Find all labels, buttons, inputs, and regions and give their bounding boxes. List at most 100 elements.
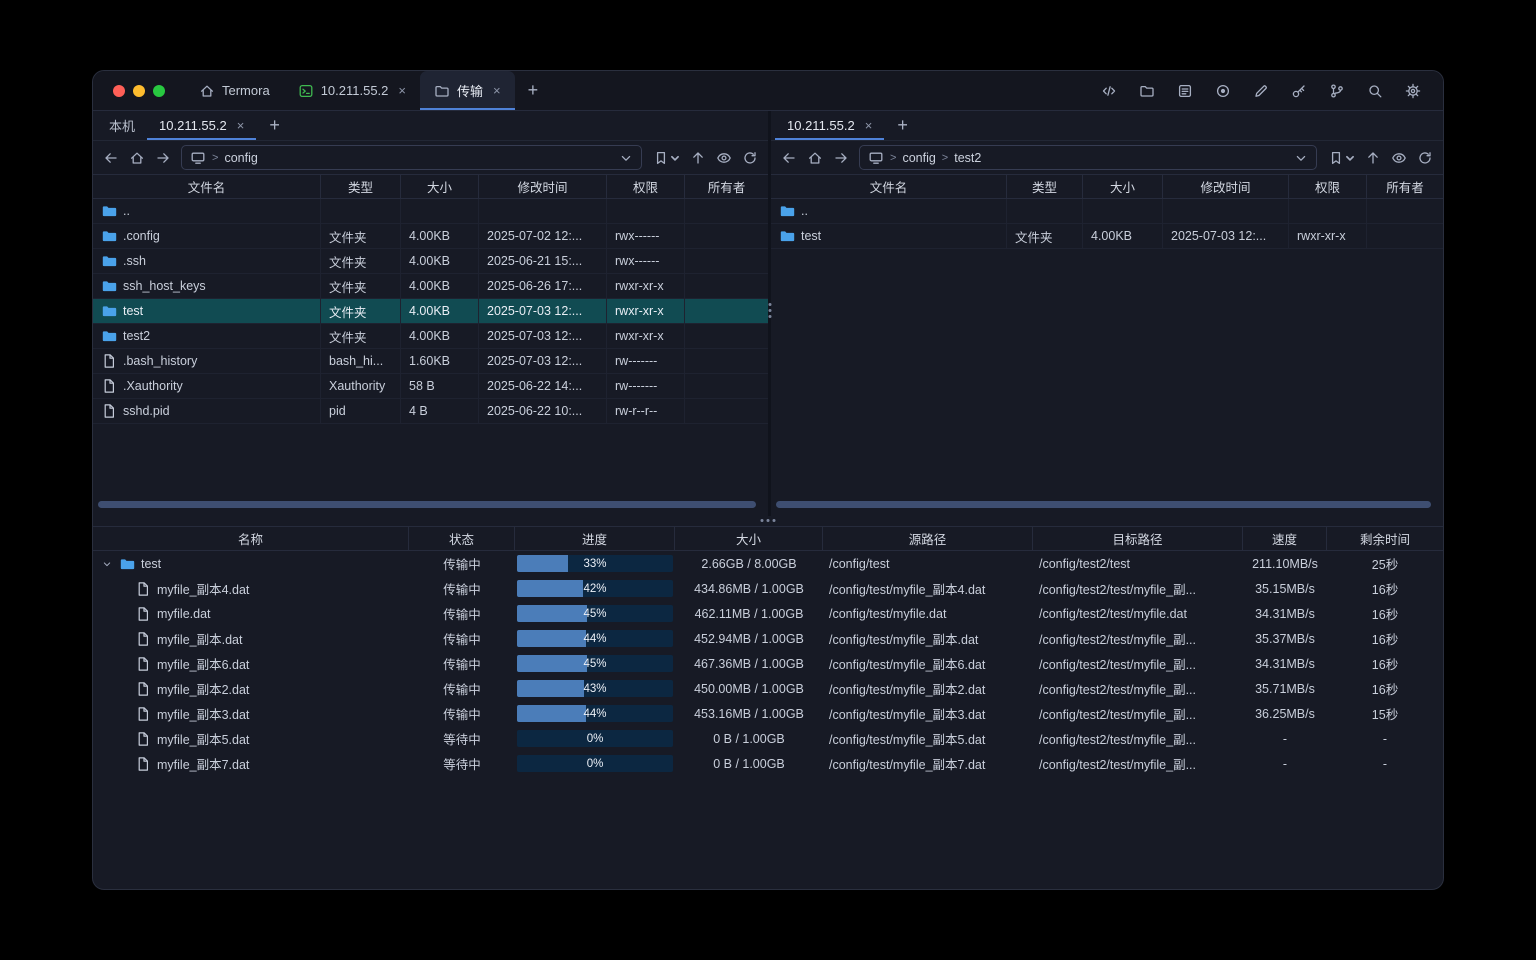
code-icon[interactable] <box>1097 79 1121 103</box>
collapse-chevron-icon[interactable] <box>101 558 113 570</box>
file-type: 文件夹 <box>321 299 401 324</box>
tab-remote-host[interactable]: 10.211.55.2 × <box>147 111 256 140</box>
transfer-eta: 15秒 <box>1327 704 1443 723</box>
file-column-header[interactable]: 大小 <box>401 175 479 198</box>
close-icon[interactable]: × <box>493 83 501 98</box>
breadcrumb-segment[interactable]: test2 <box>954 151 981 165</box>
transfer-column-header[interactable]: 速度 <box>1243 527 1327 550</box>
transfer-row[interactable]: myfile_副本5.dat等待中0%0 B / 1.00GB/config/t… <box>93 726 1443 751</box>
file-column-header[interactable]: 所有者 <box>1367 175 1443 198</box>
transfer-column-header[interactable]: 源路径 <box>823 527 1033 550</box>
file-row[interactable]: .config文件夹4.00KB2025-07-02 12:...rwx----… <box>93 224 768 249</box>
file-column-header[interactable]: 类型 <box>1007 175 1083 198</box>
search-icon[interactable] <box>1363 79 1387 103</box>
file-column-header[interactable]: 文件名 <box>93 175 321 198</box>
file-column-header[interactable]: 文件名 <box>771 175 1007 198</box>
forward-button[interactable] <box>829 146 853 170</box>
bookmark-button[interactable] <box>1323 146 1359 170</box>
close-icon[interactable]: × <box>237 118 245 133</box>
transfer-column-header[interactable]: 大小 <box>675 527 823 550</box>
breadcrumb: >config <box>212 151 608 165</box>
file-row[interactable]: ssh_host_keys文件夹4.00KB2025-06-26 17:...r… <box>93 274 768 299</box>
file-row[interactable]: test文件夹4.00KB2025-07-03 12:...rwxr-xr-x <box>771 224 1443 249</box>
back-button[interactable] <box>99 146 123 170</box>
settings-icon[interactable] <box>1401 79 1425 103</box>
transfer-column-header[interactable]: 名称 <box>93 527 409 550</box>
refresh-button[interactable] <box>1413 146 1437 170</box>
file-column-header[interactable]: 修改时间 <box>1163 175 1289 198</box>
splitter-grip-icon[interactable] <box>761 519 776 522</box>
transfer-row[interactable]: myfile_副本4.dat传输中42%434.86MB / 1.00GB/co… <box>93 576 1443 601</box>
transfer-column-header[interactable]: 状态 <box>409 527 515 550</box>
breadcrumb-segment[interactable]: config <box>902 151 935 165</box>
file-row[interactable]: .ssh文件夹4.00KB2025-06-21 15:...rwx------ <box>93 249 768 274</box>
transfer-row[interactable]: myfile_副本3.dat传输中44%453.16MB / 1.00GB/co… <box>93 701 1443 726</box>
transfer-row[interactable]: myfile_副本2.dat传输中43%450.00MB / 1.00GB/co… <box>93 676 1443 701</box>
add-panel-tab-button[interactable]: + <box>256 111 293 140</box>
transfer-column-header[interactable]: 目标路径 <box>1033 527 1243 550</box>
file-row[interactable]: test文件夹4.00KB2025-07-03 12:...rwxr-xr-x <box>93 299 768 324</box>
zoom-window-button[interactable] <box>153 85 165 97</box>
forward-button[interactable] <box>151 146 175 170</box>
tab-termora[interactable]: Termora <box>185 71 284 110</box>
horizontal-scrollbar[interactable] <box>776 501 1431 508</box>
file-row[interactable]: test2文件夹4.00KB2025-07-03 12:...rwxr-xr-x <box>93 324 768 349</box>
progress-bar: 43% <box>517 680 673 697</box>
log-icon[interactable] <box>1173 79 1197 103</box>
add-panel-tab-button[interactable]: + <box>884 111 921 140</box>
file-column-header[interactable]: 类型 <box>321 175 401 198</box>
transfer-column-header[interactable]: 进度 <box>515 527 675 550</box>
file-row[interactable]: .. <box>771 199 1443 224</box>
path-bar[interactable]: >config>test2 <box>859 145 1317 170</box>
transfer-row[interactable]: myfile_副本.dat传输中44%452.94MB / 1.00GB/con… <box>93 626 1443 651</box>
transfer-splitter[interactable] <box>93 516 1443 526</box>
transfer-column-header[interactable]: 剩余时间 <box>1327 527 1443 550</box>
tab-local[interactable]: 本机 <box>97 111 147 140</box>
file-column-header[interactable]: 大小 <box>1083 175 1163 198</box>
path-bar[interactable]: >config <box>181 145 642 170</box>
breadcrumb-segment[interactable]: config <box>224 151 257 165</box>
transfer-row[interactable]: test传输中33%2.66GB / 8.00GB/config/test/co… <box>93 551 1443 576</box>
home-button[interactable] <box>803 146 827 170</box>
transfer-status: 传输中 <box>409 554 515 573</box>
tab-remote-host[interactable]: 10.211.55.2 × <box>775 111 884 140</box>
close-icon[interactable]: × <box>865 118 873 133</box>
path-dropdown-icon[interactable] <box>614 146 638 170</box>
show-hidden-button[interactable] <box>712 146 736 170</box>
horizontal-scrollbar[interactable] <box>98 501 756 508</box>
path-dropdown-icon[interactable] <box>1289 146 1313 170</box>
file-row[interactable]: .XauthorityXauthority58 B2025-06-22 14:.… <box>93 374 768 399</box>
transfer-row[interactable]: myfile.dat传输中45%462.11MB / 1.00GB/config… <box>93 601 1443 626</box>
new-tab-button[interactable]: + <box>515 71 552 110</box>
scrollbar-thumb[interactable] <box>98 501 756 508</box>
close-icon[interactable]: × <box>398 83 406 98</box>
file-row[interactable]: .. <box>93 199 768 224</box>
close-window-button[interactable] <box>113 85 125 97</box>
file-column-header[interactable]: 修改时间 <box>479 175 607 198</box>
home-button[interactable] <box>125 146 149 170</box>
branch-icon[interactable] <box>1325 79 1349 103</box>
tab-transfer[interactable]: 传输 × <box>420 71 515 110</box>
file-column-header[interactable]: 权限 <box>607 175 685 198</box>
file-row[interactable]: .bash_historybash_hi...1.60KB2025-07-03 … <box>93 349 768 374</box>
show-hidden-button[interactable] <box>1387 146 1411 170</box>
parent-directory-button[interactable] <box>1361 146 1385 170</box>
tab-host-10-211-55-2[interactable]: 10.211.55.2 × <box>284 71 420 110</box>
file-row[interactable]: sshd.pidpid4 B2025-06-22 10:...rw-r--r-- <box>93 399 768 424</box>
minimize-window-button[interactable] <box>133 85 145 97</box>
refresh-button[interactable] <box>738 146 762 170</box>
file-column-header[interactable]: 权限 <box>1289 175 1367 198</box>
scrollbar-thumb[interactable] <box>776 501 1431 508</box>
parent-directory-button[interactable] <box>686 146 710 170</box>
bookmark-button[interactable] <box>648 146 684 170</box>
file-name-cell: test <box>771 224 1007 249</box>
transfer-row[interactable]: myfile_副本6.dat传输中45%467.36MB / 1.00GB/co… <box>93 651 1443 676</box>
back-button[interactable] <box>777 146 801 170</box>
sftp-folder-icon[interactable] <box>1135 79 1159 103</box>
edit-icon[interactable] <box>1249 79 1273 103</box>
file-column-header[interactable]: 所有者 <box>685 175 768 198</box>
record-icon[interactable] <box>1211 79 1235 103</box>
key-icon[interactable] <box>1287 79 1311 103</box>
transfer-row[interactable]: myfile_副本7.dat等待中0%0 B / 1.00GB/config/t… <box>93 751 1443 776</box>
transfer-size: 453.16MB / 1.00GB <box>675 707 823 721</box>
